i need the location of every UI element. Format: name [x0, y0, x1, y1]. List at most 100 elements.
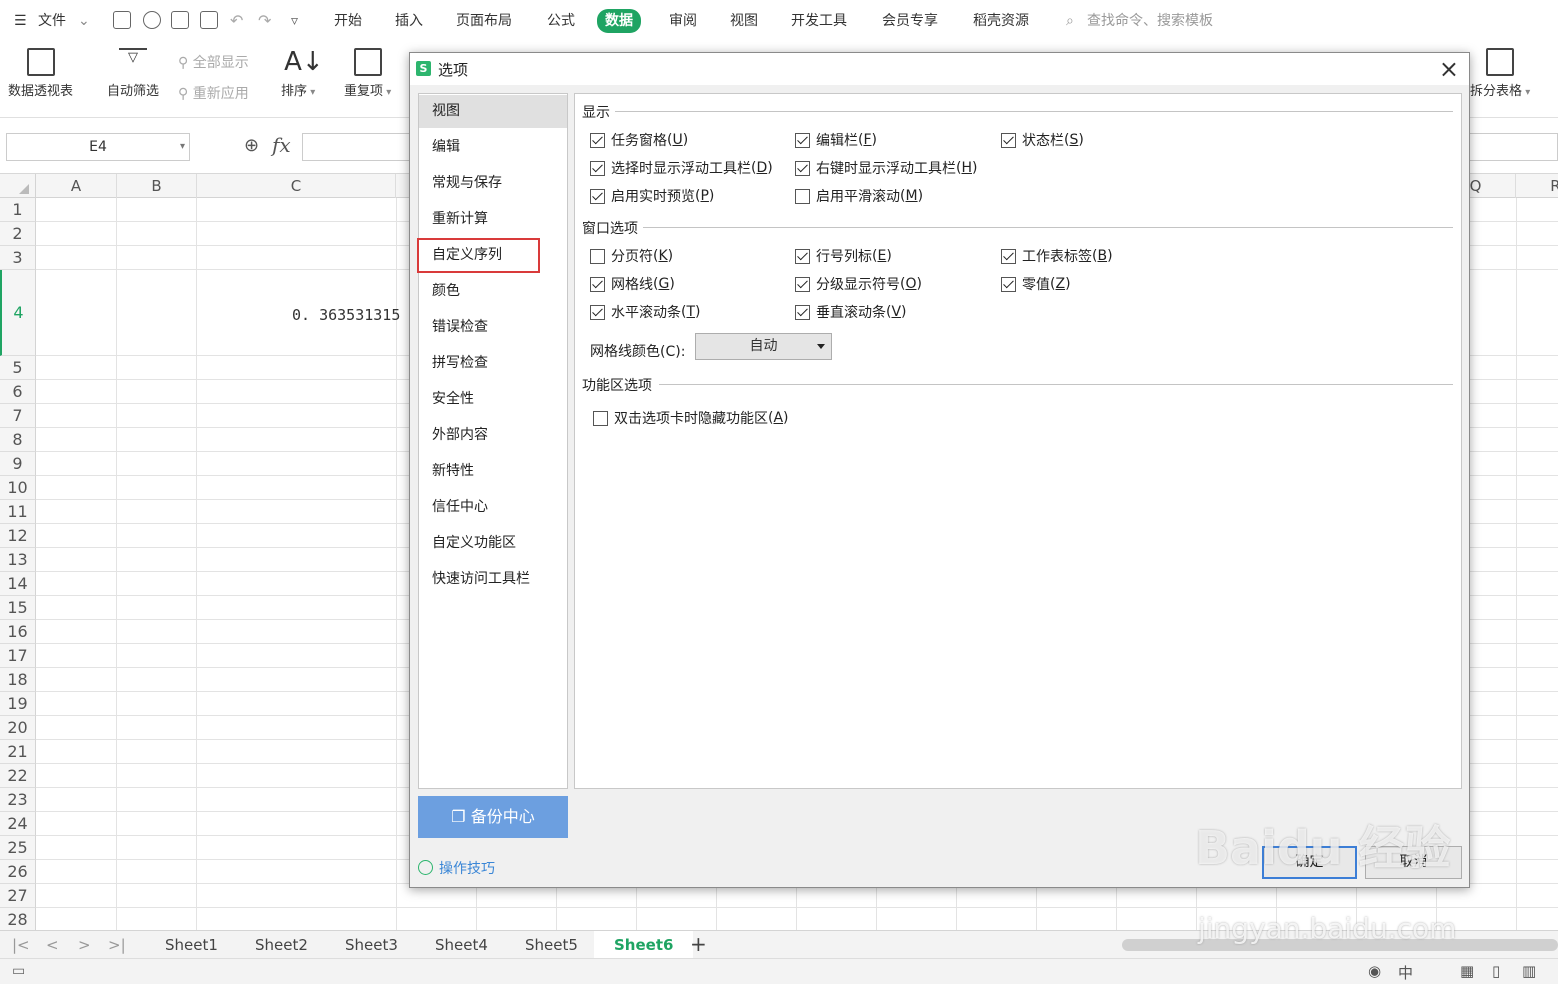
row-header[interactable]: 9: [0, 452, 36, 476]
nav-item[interactable]: 编辑: [419, 131, 567, 164]
tab-view[interactable]: 视图: [730, 10, 758, 32]
option-checkbox[interactable]: 启用实时预览 (P): [590, 186, 714, 206]
row-header[interactable]: 18: [0, 668, 36, 692]
tips-link[interactable]: 操作技巧: [418, 858, 495, 878]
nav-item[interactable]: 信任中心: [419, 491, 567, 524]
option-checkbox[interactable]: 垂直滚动条 (V): [795, 302, 907, 322]
row-header[interactable]: 27: [0, 884, 36, 908]
sheet-tab[interactable]: Sheet1: [165, 936, 218, 954]
column-header-b[interactable]: B: [117, 174, 197, 198]
row-header[interactable]: 7: [0, 404, 36, 428]
nav-item[interactable]: 自定义功能区: [419, 527, 567, 560]
print-icon[interactable]: [171, 11, 189, 29]
checkbox-icon[interactable]: [590, 248, 605, 264]
macro-icon[interactable]: ▭: [12, 963, 25, 979]
option-checkbox[interactable]: 启用平滑滚动 (M): [795, 186, 923, 206]
row-header[interactable]: 13: [0, 548, 36, 572]
row-header[interactable]: 8: [0, 428, 36, 452]
column-header-a[interactable]: A: [36, 174, 117, 198]
tab-member[interactable]: 会员专享: [882, 10, 938, 32]
checkbox-icon[interactable]: [1001, 132, 1016, 148]
option-checkbox[interactable]: 行号列标 (E): [795, 246, 892, 266]
tab-home[interactable]: 开始: [334, 10, 362, 32]
name-box[interactable]: E4 ▾: [6, 133, 190, 161]
row-header[interactable]: 11: [0, 500, 36, 524]
checkbox-icon[interactable]: [1001, 276, 1016, 292]
row-header[interactable]: 3: [0, 246, 36, 270]
print-preview-icon[interactable]: [200, 11, 218, 29]
cell-c4[interactable]: 0. 363531315: [292, 306, 400, 324]
page-break-view-icon[interactable]: ▥: [1522, 962, 1536, 980]
tab-review[interactable]: 审阅: [669, 10, 697, 32]
option-checkbox[interactable]: 分级显示符号 (O): [795, 274, 922, 294]
reapply-button[interactable]: ⚲ 重新应用: [178, 83, 249, 103]
nav-item[interactable]: 错误检查: [419, 311, 567, 344]
checkbox-icon[interactable]: [590, 188, 605, 204]
save-icon[interactable]: [113, 11, 131, 29]
row-header[interactable]: 16: [0, 620, 36, 644]
redo-icon[interactable]: ↷: [258, 10, 271, 32]
nav-item[interactable]: 快速访问工具栏: [419, 563, 567, 596]
row-header[interactable]: 19: [0, 692, 36, 716]
dialog-title-bar[interactable]: S 选项 ×: [410, 53, 1469, 85]
checkbox-icon[interactable]: [795, 188, 810, 204]
checkbox-icon[interactable]: [590, 160, 605, 176]
fx-icon[interactable]: fx: [272, 133, 291, 157]
option-checkbox[interactable]: 分页符 (K): [590, 246, 673, 266]
next-sheet-icon[interactable]: >: [78, 936, 91, 954]
select-all-corner[interactable]: [0, 174, 36, 198]
nav-item[interactable]: 常规与保存: [419, 167, 567, 200]
nav-item[interactable]: 拼写检查: [419, 347, 567, 380]
row-header[interactable]: 25: [0, 836, 36, 860]
row-header[interactable]: 26: [0, 860, 36, 884]
checkbox-icon[interactable]: [590, 276, 605, 292]
row-header[interactable]: 24: [0, 812, 36, 836]
row-header[interactable]: 14: [0, 572, 36, 596]
row-header[interactable]: 6: [0, 380, 36, 404]
normal-view-icon[interactable]: ▦: [1460, 962, 1474, 980]
add-sheet-icon[interactable]: +: [690, 932, 707, 956]
sort-button[interactable]: A↓ 排序 ▾: [281, 48, 324, 99]
row-header[interactable]: 5: [0, 356, 36, 380]
gridline-color-select[interactable]: 自动: [695, 333, 832, 360]
duplicates-button[interactable]: 重复项 ▾: [344, 48, 391, 99]
input-mode[interactable]: 中: [1398, 962, 1413, 983]
option-checkbox[interactable]: 工作表标签 (B): [1001, 246, 1113, 266]
checkbox-icon[interactable]: [593, 410, 608, 426]
hamburger-icon[interactable]: ☰: [14, 10, 27, 32]
option-checkbox[interactable]: 水平滚动条 (T): [590, 302, 701, 322]
last-sheet-icon[interactable]: >|: [108, 936, 126, 954]
nav-item[interactable]: 新特性: [419, 455, 567, 488]
tab-formulas[interactable]: 公式: [547, 10, 575, 32]
customize-quick-access-icon[interactable]: ▿: [291, 10, 298, 32]
autofilter-button[interactable]: ▽ 自动筛选: [107, 48, 159, 99]
split-table-button[interactable]: 拆分表格 ▾: [1470, 48, 1530, 99]
command-search[interactable]: 查找命令、搜索模板: [1087, 10, 1213, 32]
checkbox-icon[interactable]: [590, 304, 605, 320]
option-checkbox[interactable]: 选择时显示浮动工具栏 (D): [590, 158, 773, 178]
nav-item[interactable]: 安全性: [419, 383, 567, 416]
sheet-tab[interactable]: Sheet5: [525, 936, 578, 954]
checkbox-icon[interactable]: [795, 248, 810, 264]
row-header[interactable]: 4: [0, 270, 36, 356]
sheet-tab-active[interactable]: Sheet6: [594, 931, 694, 959]
sheet-tab[interactable]: Sheet2: [255, 936, 308, 954]
checkbox-icon[interactable]: [795, 276, 810, 292]
row-header[interactable]: 15: [0, 596, 36, 620]
file-menu[interactable]: 文件: [38, 10, 66, 32]
undo-icon[interactable]: ↶: [230, 10, 243, 32]
option-checkbox[interactable]: 双击选项卡时隐藏功能区 (A): [593, 408, 789, 428]
tab-developer[interactable]: 开发工具: [791, 10, 847, 32]
nav-item[interactable]: 颜色: [419, 275, 567, 308]
row-header[interactable]: 2: [0, 222, 36, 246]
prev-sheet-icon[interactable]: <: [46, 936, 59, 954]
column-header-r[interactable]: R: [1516, 174, 1558, 198]
checkbox-icon[interactable]: [590, 132, 605, 148]
first-sheet-icon[interactable]: |<: [12, 936, 30, 954]
nav-item[interactable]: 外部内容: [419, 419, 567, 452]
row-header[interactable]: 17: [0, 644, 36, 668]
sheet-tab[interactable]: Sheet3: [345, 936, 398, 954]
tab-page-layout[interactable]: 页面布局: [456, 10, 512, 32]
column-header-c[interactable]: C: [197, 174, 396, 198]
option-checkbox[interactable]: 编辑栏 (F): [795, 130, 877, 150]
